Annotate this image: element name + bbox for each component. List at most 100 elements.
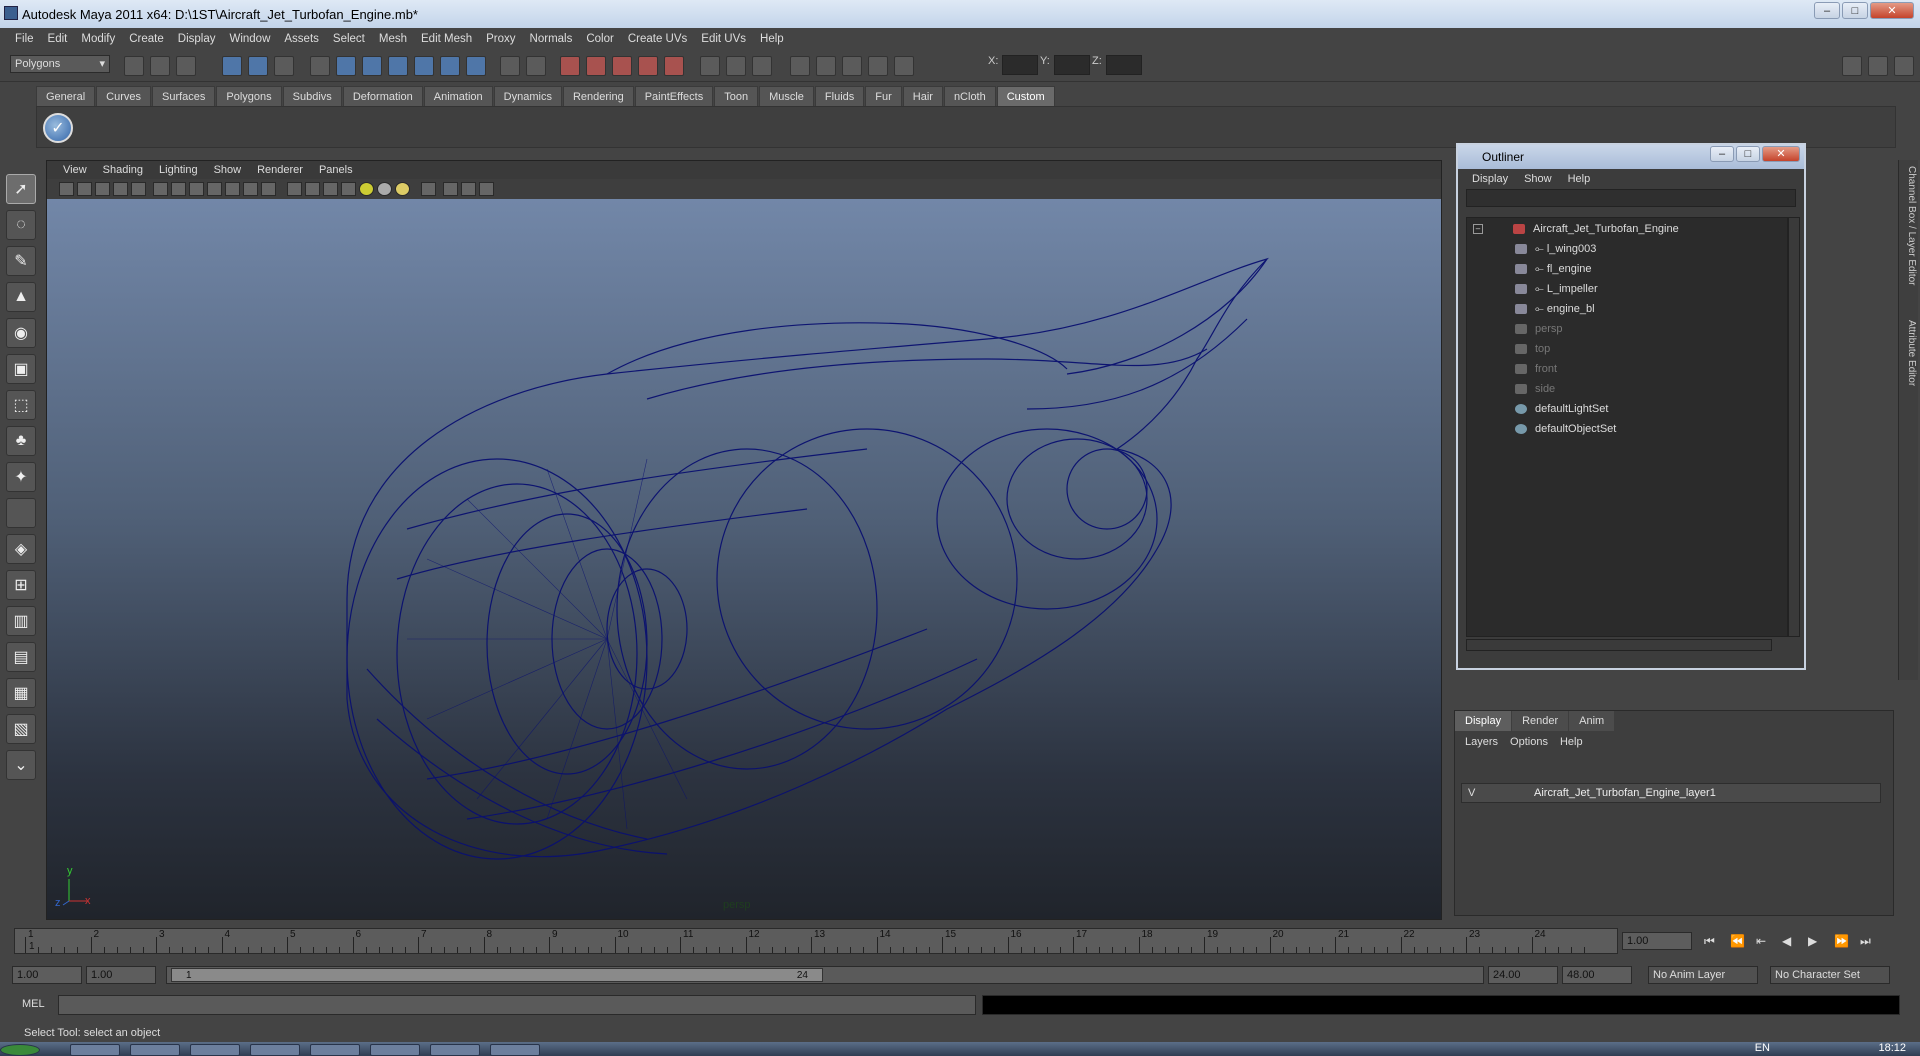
resolution-gate-icon[interactable] [189, 182, 204, 196]
menu-modify[interactable]: Modify [74, 33, 122, 45]
smooth-shade-icon[interactable] [305, 182, 320, 196]
menu-mesh[interactable]: Mesh [372, 33, 414, 45]
default-light-icon[interactable] [359, 182, 374, 196]
soft-mod-icon[interactable]: ♣ [6, 426, 36, 456]
shelf-tab-surfaces[interactable]: Surfaces [151, 86, 216, 106]
tool-settings-icon[interactable] [790, 56, 810, 76]
universal-manip-icon[interactable]: ⬚ [6, 390, 36, 420]
outliner-menu-show[interactable]: Show [1516, 169, 1560, 189]
shelf-tab-polygons[interactable]: Polygons [216, 86, 282, 106]
hud-icon[interactable] [479, 182, 494, 196]
lasso-tool-icon[interactable]: ◌ [6, 210, 36, 240]
go-to-end-icon[interactable]: ⏭ [1860, 934, 1871, 949]
save-scene-icon[interactable] [176, 56, 196, 76]
film-gate-icon[interactable] [171, 182, 186, 196]
shelf-tab-muscle[interactable]: Muscle [759, 86, 814, 106]
taskbar-clock[interactable]: 18:12 [1878, 1042, 1906, 1054]
maximize-button[interactable]: □ [1842, 2, 1868, 19]
collapse-toggle-icon[interactable]: – [1473, 224, 1483, 235]
menu-create-uvs[interactable]: Create UVs [621, 33, 694, 45]
shelf-tab-general[interactable]: General [36, 86, 96, 106]
select-component-icon[interactable] [274, 56, 294, 76]
range-slider-handle[interactable]: 1 24 [171, 968, 823, 982]
gate-mask-icon[interactable] [207, 182, 222, 196]
shelf-tab-hair[interactable]: Hair [902, 86, 943, 106]
outliner-item[interactable]: ⟜ l_wing003 [1515, 240, 1596, 258]
outliner-vertical-scrollbar[interactable] [1788, 217, 1800, 637]
field-chart-icon[interactable] [225, 182, 240, 196]
menu-file[interactable]: File [8, 33, 41, 45]
character-set-dropdown[interactable]: No Character Set [1770, 966, 1890, 984]
shelf-tab-custom[interactable]: Custom [996, 86, 1055, 106]
shelf-tab-curves[interactable]: Curves [96, 86, 151, 106]
render-view-icon[interactable] [664, 56, 684, 76]
menu-normals[interactable]: Normals [523, 33, 580, 45]
layer-tab-render[interactable]: Render [1512, 711, 1569, 731]
persp-outliner-layout-icon[interactable]: ▥ [6, 606, 36, 636]
menu-edit-uvs[interactable]: Edit UVs [694, 33, 753, 45]
textured-icon[interactable] [341, 182, 356, 196]
select-hierarchy-icon[interactable] [222, 56, 242, 76]
xray-joints-icon[interactable] [461, 182, 476, 196]
image-plane-icon[interactable] [95, 182, 110, 196]
all-lights-icon[interactable] [377, 182, 392, 196]
menu-assets[interactable]: Assets [277, 33, 326, 45]
taskbar-app-icon[interactable] [430, 1044, 480, 1056]
shelf-tab-painteffects[interactable]: PaintEffects [634, 86, 714, 106]
shelf-tab-dynamics[interactable]: Dynamics [493, 86, 562, 106]
step-back-key-icon[interactable]: ⏪ [1730, 934, 1745, 948]
safe-title-icon[interactable] [261, 182, 276, 196]
persp-graph-layout-icon[interactable]: ▤ [6, 642, 36, 672]
display-layer-row[interactable]: V Aircraft_Jet_Turbofan_Engine_layer1 [1461, 783, 1881, 803]
taskbar-app-icon[interactable] [310, 1044, 360, 1056]
attribute-editor-tab[interactable]: Attribute Editor [1901, 320, 1917, 386]
menu-edit[interactable]: Edit [41, 33, 75, 45]
current-frame-field[interactable]: 1.00 [1622, 932, 1692, 950]
menu-proxy[interactable]: Proxy [479, 33, 522, 45]
y-field[interactable] [1054, 55, 1090, 75]
menu-edit-mesh[interactable]: Edit Mesh [414, 33, 479, 45]
menu-window[interactable]: Window [222, 33, 277, 45]
snap-point-icon[interactable] [362, 56, 382, 76]
viewport-menu-show[interactable]: Show [206, 161, 250, 179]
go-to-start-icon[interactable]: ⏮ [1704, 934, 1715, 949]
shelf-tab-fur[interactable]: Fur [865, 86, 902, 106]
play-forwards-icon[interactable]: ▶ [1808, 934, 1817, 948]
taskbar-app-icon[interactable] [70, 1044, 120, 1056]
snap-grid-icon[interactable] [310, 56, 330, 76]
anim-layer-dropdown[interactable]: No Anim Layer [1648, 966, 1758, 984]
layer-tab-display[interactable]: Display [1455, 711, 1512, 731]
camera-attr-icon[interactable] [59, 182, 74, 196]
ipr-render-icon[interactable] [586, 56, 606, 76]
viewport-menu-renderer[interactable]: Renderer [249, 161, 311, 179]
outliner-menu-display[interactable]: Display [1464, 169, 1516, 189]
step-forward-key-icon[interactable]: ⏩ [1834, 934, 1849, 948]
shelf-tab-animation[interactable]: Animation [423, 86, 493, 106]
step-back-frame-icon[interactable]: ⇤ [1756, 934, 1766, 948]
hypershade-icon[interactable] [638, 56, 658, 76]
layer-menu-help[interactable]: Help [1554, 731, 1589, 753]
taskbar-app-icon[interactable] [130, 1044, 180, 1056]
wireframe-on-shaded-icon[interactable] [323, 182, 338, 196]
show-manip-icon[interactable]: ✦ [6, 462, 36, 492]
viewport-menu-view[interactable]: View [55, 161, 95, 179]
perspective-viewport[interactable]: View Shading Lighting Show Renderer Pane… [46, 160, 1442, 920]
menu-help[interactable]: Help [753, 33, 791, 45]
shelf-tab-subdivs[interactable]: Subdivs [282, 86, 342, 106]
select-tool-icon[interactable]: ➚ [6, 174, 36, 204]
snap-view-plane-icon[interactable] [388, 56, 408, 76]
start-button-icon[interactable] [0, 1044, 40, 1056]
viewport-scene[interactable]: y x z persp [47, 199, 1441, 919]
panel-layout-icon[interactable] [1842, 56, 1862, 76]
layer-tab-anim[interactable]: Anim [1569, 711, 1615, 731]
outliner-minimize-button[interactable]: – [1710, 146, 1734, 162]
playback-end-field[interactable]: 24.00 [1488, 966, 1558, 984]
shelf-tab-fluids[interactable]: Fluids [814, 86, 865, 106]
channel-box-layer-editor-tab[interactable]: Channel Box / Layer Editor [1901, 166, 1917, 286]
animation-start-field[interactable]: 1.00 [12, 966, 82, 984]
layer-menu-options[interactable]: Options [1504, 731, 1554, 753]
panel-layout-three-icon[interactable] [1894, 56, 1914, 76]
time-slider[interactable]: 1 2 3 4 5 6 7 8 9 10 11 12 13 14 15 16 17 18 19 20 21 22 23 24 1 [14, 928, 1618, 954]
render-settings-icon[interactable] [612, 56, 632, 76]
play-backwards-icon[interactable]: ◀ [1782, 934, 1791, 948]
